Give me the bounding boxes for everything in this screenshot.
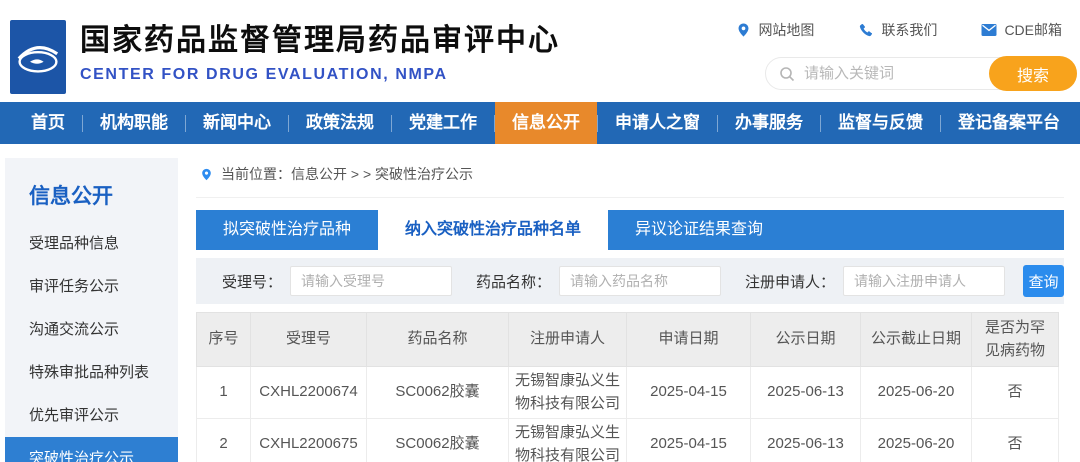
page: 国家药品监督管理局药品审评中心 CENTER FOR DRUG EVALUATI… — [0, 0, 1080, 462]
table-cell-r1-c4: 无锡智康弘义生物科技有限公司 — [509, 367, 627, 419]
sidebar-item-4[interactable]: 特殊审批品种列表 — [5, 351, 178, 394]
filter-input-2[interactable] — [559, 266, 721, 296]
sidebar-item-1[interactable]: 受理品种信息 — [5, 222, 178, 265]
filter-label-1: 受理号： — [222, 271, 282, 292]
sitemap-link[interactable]: 网站地图 — [736, 20, 814, 40]
nav-item-1[interactable]: 首页 — [14, 102, 82, 144]
table-cell-r1-c2: CXHL2200674 — [251, 367, 367, 419]
table-cell-r1-c3: SC0062胶囊 — [367, 367, 509, 419]
tab-2[interactable]: 纳入突破性治疗品种名单 — [378, 210, 608, 250]
filter-input-1[interactable] — [290, 266, 452, 296]
table-cell-r2-c5: 2025-04-15 — [627, 419, 751, 462]
main-nav: 首页机构职能新闻中心政策法规党建工作信息公开申请人之窗办事服务监督与反馈登记备案… — [0, 102, 1080, 144]
results-table: 序号受理号药品名称注册申请人申请日期公示日期公示截止日期是否为罕见病药物 1CX… — [196, 312, 1059, 462]
sidebar-item-3[interactable]: 沟通交流公示 — [5, 308, 178, 351]
table-row-2: 2CXHL2200675SC0062胶囊无锡智康弘义生物科技有限公司2025-0… — [197, 419, 1059, 462]
sidebar-item-5[interactable]: 优先审评公示 — [5, 394, 178, 437]
table-cell-r2-c7: 2025-06-20 — [861, 419, 972, 462]
nav-item-6[interactable]: 信息公开 — [495, 102, 597, 144]
table-header-cell-1: 序号 — [197, 313, 251, 367]
table-cell-r1-c6: 2025-06-13 — [751, 367, 861, 419]
nav-item-9[interactable]: 监督与反馈 — [821, 102, 940, 144]
mailbox-link-label: CDE邮箱 — [1004, 20, 1062, 40]
filter-label-3: 注册申请人： — [745, 271, 835, 292]
table-cell-r2-c3: SC0062胶囊 — [367, 419, 509, 462]
breadcrumb-pin-icon — [200, 167, 213, 182]
fish-swoosh-icon — [14, 31, 62, 83]
query-button[interactable]: 查询 — [1023, 265, 1064, 297]
phone-icon — [858, 22, 874, 38]
envelope-icon — [981, 23, 997, 37]
header-links: 网站地图 联系我们 CDE邮箱 — [736, 20, 1062, 40]
contact-link[interactable]: 联系我们 — [858, 20, 937, 40]
nav-item-2[interactable]: 机构职能 — [83, 102, 185, 144]
table-cell-r1-c7: 2025-06-20 — [861, 367, 972, 419]
breadcrumb: 当前位置：信息公开 > > 突破性治疗公示 — [196, 158, 1064, 198]
site-title: 国家药品监督管理局药品审评中心 — [80, 15, 560, 59]
breadcrumb-text: 当前位置：信息公开 > > 突破性治疗公示 — [221, 164, 473, 184]
nav-item-10[interactable]: 登记备案平台 — [941, 102, 1077, 144]
table-header-cell-7: 公示截止日期 — [861, 313, 972, 367]
table-cell-r2-c4: 无锡智康弘义生物科技有限公司 — [509, 419, 627, 462]
filter-bar: 受理号： 药品名称： 注册申请人： 查询 — [196, 258, 1064, 304]
filter-input-3[interactable] — [843, 266, 1005, 296]
site-header: 国家药品监督管理局药品审评中心 CENTER FOR DRUG EVALUATI… — [0, 0, 1080, 102]
table-cell-r1-c1: 1 — [197, 367, 251, 419]
table-row-1: 1CXHL2200674SC0062胶囊无锡智康弘义生物科技有限公司2025-0… — [197, 367, 1059, 419]
nav-item-4[interactable]: 政策法规 — [289, 102, 391, 144]
mailbox-link[interactable]: CDE邮箱 — [981, 20, 1062, 40]
tabs: 拟突破性治疗品种纳入突破性治疗品种名单异议论证结果查询 — [196, 210, 1064, 250]
table-cell-r2-c6: 2025-06-13 — [751, 419, 861, 462]
table-cell-r2-c1: 2 — [197, 419, 251, 462]
table-header-cell-2: 受理号 — [251, 313, 367, 367]
sidebar-items: 受理品种信息审评任务公示沟通交流公示特殊审批品种列表优先审评公示突破性治疗公示 — [5, 222, 178, 462]
table-header-cell-6: 公示日期 — [751, 313, 861, 367]
contact-link-label: 联系我们 — [881, 20, 937, 40]
table-cell-r1-c5: 2025-04-15 — [627, 367, 751, 419]
table-cell-r2-c2: CXHL2200675 — [251, 419, 367, 462]
filter-label-2: 药品名称： — [476, 271, 551, 292]
sitemap-link-label: 网站地图 — [758, 20, 814, 40]
sidebar-title: 信息公开 — [5, 158, 178, 222]
nav-item-5[interactable]: 党建工作 — [392, 102, 494, 144]
sidebar-item-6[interactable]: 突破性治疗公示 — [5, 437, 178, 462]
nav-item-3[interactable]: 新闻中心 — [186, 102, 288, 144]
table-header-cell-8: 是否为罕见病药物 — [972, 313, 1059, 367]
table-header-cell-4: 注册申请人 — [509, 313, 627, 367]
location-pin-icon — [736, 22, 751, 38]
tab-3[interactable]: 异议论证结果查询 — [608, 210, 790, 250]
main-content: 当前位置：信息公开 > > 突破性治疗公示 拟突破性治疗品种纳入突破性治疗品种名… — [196, 158, 1064, 462]
site-search-input[interactable] — [795, 65, 989, 82]
site-title-block: 国家药品监督管理局药品审评中心 CENTER FOR DRUG EVALUATI… — [80, 15, 560, 84]
site-search-bar: 搜索 — [765, 57, 1077, 90]
nav-item-7[interactable]: 申请人之窗 — [598, 102, 717, 144]
tab-1[interactable]: 拟突破性治疗品种 — [196, 210, 378, 250]
table-header-cell-5: 申请日期 — [627, 313, 751, 367]
table-header-row: 序号受理号药品名称注册申请人申请日期公示日期公示截止日期是否为罕见病药物 — [197, 313, 1059, 367]
sidebar-item-2[interactable]: 审评任务公示 — [5, 265, 178, 308]
table-head: 序号受理号药品名称注册申请人申请日期公示日期公示截止日期是否为罕见病药物 — [197, 313, 1059, 367]
nav-item-8[interactable]: 办事服务 — [718, 102, 820, 144]
table-header-cell-3: 药品名称 — [367, 313, 509, 367]
table-cell-r1-c8: 否 — [972, 367, 1059, 419]
search-icon — [779, 66, 795, 82]
sidebar: 信息公开 受理品种信息审评任务公示沟通交流公示特殊审批品种列表优先审评公示突破性… — [5, 158, 178, 462]
table-body: 1CXHL2200674SC0062胶囊无锡智康弘义生物科技有限公司2025-0… — [197, 367, 1059, 462]
table-cell-r2-c8: 否 — [972, 419, 1059, 462]
cde-logo — [10, 20, 66, 94]
site-search-button[interactable]: 搜索 — [989, 56, 1077, 91]
site-subtitle: CENTER FOR DRUG EVALUATION, NMPA — [80, 66, 560, 84]
